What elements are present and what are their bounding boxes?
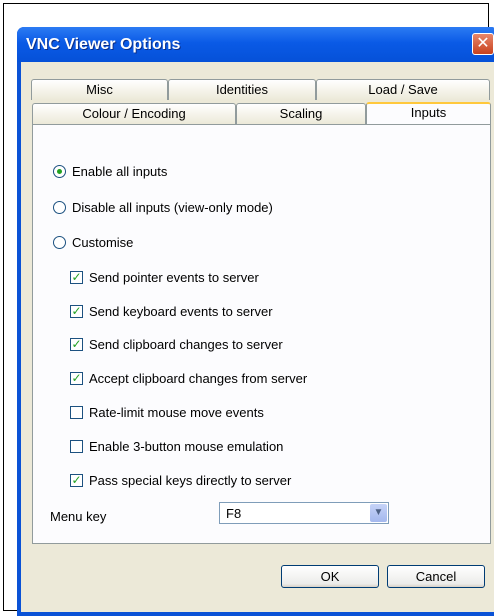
window-title: VNC Viewer Options xyxy=(26,36,181,53)
customise-radio[interactable]: Customise xyxy=(53,232,133,252)
tab-label: Load / Save xyxy=(368,82,438,97)
tab-colour-encoding[interactable]: Colour / Encoding xyxy=(32,103,236,124)
radio-label: Enable all inputs xyxy=(72,163,168,179)
checkbox-checked-icon[interactable]: ✓ xyxy=(70,337,83,351)
three-button-emulation-checkbox[interactable]: Enable 3-button mouse emulation xyxy=(70,436,283,456)
checkbox-label: Send pointer events to server xyxy=(89,269,259,285)
send-clipboard-checkbox[interactable]: ✓ Send clipboard changes to server xyxy=(70,334,283,354)
checkbox-icon[interactable] xyxy=(70,439,83,453)
radio-label: Customise xyxy=(72,234,134,250)
checkbox-checked-icon[interactable]: ✓ xyxy=(70,371,83,385)
checkbox-checked-icon[interactable]: ✓ xyxy=(70,473,83,487)
chevron-down-icon[interactable]: ▼ xyxy=(370,504,387,522)
title-bar[interactable]: VNC Viewer Options ✕ xyxy=(17,27,494,62)
checkbox-label: Accept clipboard changes from server xyxy=(89,370,308,386)
checkbox-label: Pass special keys directly to server xyxy=(89,472,292,488)
checkbox-label: Send clipboard changes to server xyxy=(89,336,283,352)
close-icon[interactable]: ✕ xyxy=(472,33,494,55)
accept-clipboard-checkbox[interactable]: ✓ Accept clipboard changes from server xyxy=(70,368,307,388)
radio-icon[interactable] xyxy=(53,235,66,249)
tab-misc[interactable]: Misc xyxy=(31,79,168,100)
disable-all-radio[interactable]: Disable all inputs (view-only mode) xyxy=(53,197,273,217)
checkbox-label: Rate-limit mouse move events xyxy=(89,404,264,420)
tab-label: Misc xyxy=(86,82,113,97)
enable-all-radio[interactable]: Enable all inputs xyxy=(53,161,167,181)
menu-key-select[interactable]: F8 ▼ xyxy=(219,502,389,524)
tab-scaling[interactable]: Scaling xyxy=(236,103,366,124)
send-pointer-checkbox[interactable]: ✓ Send pointer events to server xyxy=(70,267,259,287)
tab-inputs[interactable]: Inputs xyxy=(366,102,491,124)
tab-label: Inputs xyxy=(410,105,447,120)
radio-selected-icon[interactable] xyxy=(53,164,66,178)
radio-label: Disable all inputs (view-only mode) xyxy=(72,199,273,215)
checkbox-label: Enable 3-button mouse emulation xyxy=(89,438,284,454)
menu-key-label: Menu key xyxy=(50,509,107,524)
send-keyboard-checkbox[interactable]: ✓ Send keyboard events to server xyxy=(70,301,273,321)
menu-key-value: F8 xyxy=(226,506,242,521)
checkbox-checked-icon[interactable]: ✓ xyxy=(70,304,83,318)
inputs-panel: Enable all inputs Disable all inputs (vi… xyxy=(32,124,491,544)
tab-label: Identities xyxy=(215,82,269,97)
tab-load-save[interactable]: Load / Save xyxy=(316,79,490,100)
pass-special-keys-checkbox[interactable]: ✓ Pass special keys directly to server xyxy=(70,470,291,490)
vnc-options-dialog: VNC Viewer Options ✕ Misc Identities Loa… xyxy=(17,27,494,616)
checkbox-icon[interactable] xyxy=(70,405,83,419)
rate-limit-checkbox[interactable]: Rate-limit mouse move events xyxy=(70,402,264,422)
tab-label: Colour / Encoding xyxy=(82,106,186,121)
radio-icon[interactable] xyxy=(53,200,66,214)
tab-label: Scaling xyxy=(279,106,323,121)
tab-identities[interactable]: Identities xyxy=(168,79,316,100)
ok-button[interactable]: OK xyxy=(281,565,379,588)
checkbox-checked-icon[interactable]: ✓ xyxy=(70,270,83,284)
checkbox-label: Send keyboard events to server xyxy=(89,303,273,319)
dialog-client-area: Misc Identities Load / Save Colour / Enc… xyxy=(21,62,494,612)
cancel-button[interactable]: Cancel xyxy=(387,565,485,588)
